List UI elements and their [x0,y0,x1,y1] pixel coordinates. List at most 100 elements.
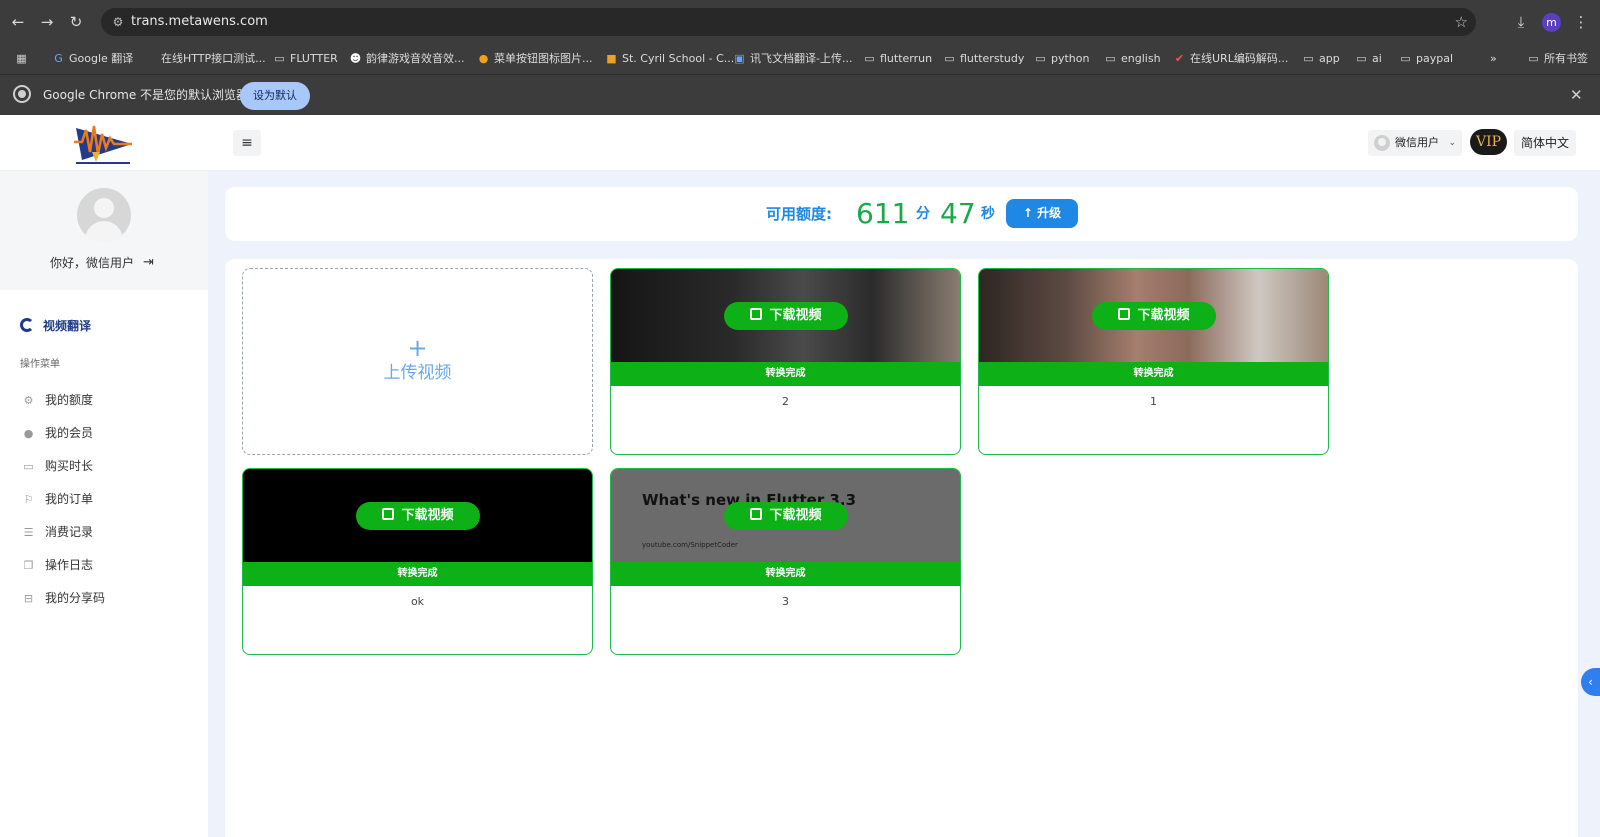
bookmarks-bar: ▦ G Google 翻译 在线HTTP接口测试... ▭ FLUTTER ☻ 韵律游… [0,44,1600,74]
main-content: 可用额度: 611 分 47 秒 ↑ 升级 + 上传视频 下载视频 转换完成 2… [208,171,1600,837]
bookmark-folder[interactable]: ▭ FLUTTER [273,44,338,74]
web-icon: ■ [606,52,617,65]
url-text[interactable]: trans.metawens.com [131,8,268,36]
reload-icon[interactable]: ↻ [65,11,87,33]
upgrade-button[interactable]: ↑ 升级 [1006,199,1078,228]
download-icon[interactable]: ⤓ [1510,11,1532,33]
logout-icon[interactable]: ⇥ [143,254,154,272]
vip-badge[interactable]: VIP [1470,129,1507,155]
folder-icon: ▭ [274,52,285,65]
status-badge: 转换完成 [611,362,960,386]
set-default-button[interactable]: 设为默认 [240,82,310,110]
back-arrow-icon[interactable]: ← [7,11,29,33]
status-badge: 转换完成 [611,562,960,586]
video-card: 下载视频 转换完成 ok [242,468,593,655]
upload-label: 上传视频 [383,363,452,383]
quota-seconds: 47 [940,197,976,230]
user-dropdown[interactable]: 微信用户 ⌄ [1368,130,1462,156]
browser-toolbar: ← → ↻ ⚙ trans.metawens.com ☆ ⤓ m ⋮ [0,0,1600,44]
download-icon [382,508,395,520]
folder-icon: ▭ [1528,52,1539,65]
bookmark-folder[interactable]: ▭ paypal [1399,44,1453,74]
sidebar-item-video-translate[interactable]: 视频翻译 [20,316,91,336]
bookmark-item[interactable]: ✔ 在线URL编码解码... [1173,44,1288,74]
sidebar-item-share-code[interactable]: ⊟ 我的分享码 [22,588,105,608]
bookmark-item[interactable]: ☻ 韵律游戏音效音效... [349,44,465,74]
download-icon [750,308,763,320]
bookmark-item[interactable]: G Google 翻译 [52,44,133,74]
sidebar-item-buy-time[interactable]: ▭ 购买时长 [22,456,93,476]
all-bookmarks-folder[interactable]: ▭ 所有书签 [1527,44,1588,74]
sidebar-item-logs[interactable]: ❐ 操作日志 [22,555,93,575]
folder-icon: ▭ [864,52,875,65]
infobar-message: Google Chrome 不是您的默认浏览器 [43,88,249,102]
bookmark-item[interactable]: 在线HTTP接口测试... [144,44,266,74]
download-video-button[interactable]: 下载视频 [356,502,480,530]
sidebar: 你好，微信用户 ⇥ 视频翻译 操作菜单 ⚙ 我的额度 ● 我的会员 ▭ 购买时长 ⚐ 我… [0,171,208,837]
app-header: ≡ 微信用户 ⌄ VIP 简体中文 [0,115,1600,171]
bookmark-item[interactable]: ● 菜单按钮图标图片... [477,44,593,74]
sidebar-item-spending[interactable]: ☰ 消费记录 [22,522,93,542]
video-card: 下载视频 转换完成 1 [978,268,1329,455]
sidebar-item-orders[interactable]: ⚐ 我的订单 [22,489,93,509]
more-menu-icon[interactable]: ⋮ [1570,11,1592,33]
folder-icon: ▭ [1303,52,1314,65]
minutes-unit: 分 [916,206,930,222]
download-video-button[interactable]: 下载视频 [724,302,848,330]
video-card: What's new in Flutter 3.3 youtube.com/Sn… [610,468,961,655]
profile-avatar[interactable]: m [1542,13,1561,32]
info-icon: ● [23,427,34,440]
folder-icon: ▭ [944,52,955,65]
bookmark-folder[interactable]: ▭ python [1034,44,1089,74]
forward-arrow-icon[interactable]: → [36,11,58,33]
bookmark-item[interactable]: ▣ 讯飞文档翻译-上传... [733,44,852,74]
bookmark-star-icon[interactable]: ☆ [1455,12,1468,32]
bookmark-folder[interactable]: ▭ app [1302,44,1339,74]
apps-grid-icon[interactable]: ▦ [15,44,32,74]
quota-minutes: 611 [856,197,910,230]
menu-toggle-button[interactable]: ≡ [233,130,261,156]
flag-icon: ⚐ [23,493,34,506]
profile-panel: 你好，微信用户 ⇥ [0,171,208,290]
web-icon: ✔ [1174,52,1185,65]
site-logo[interactable] [72,118,136,168]
download-icon [750,508,763,520]
video-icon: ▭ [23,460,34,473]
bookmark-item[interactable]: ■ St. Cyril School - C... [605,44,734,74]
download-icon [1118,308,1131,320]
default-browser-infobar: Google Chrome 不是您的默认浏览器 设为默认 ✕ [0,74,1600,115]
folder-icon: ▭ [1400,52,1411,65]
upload-video-card[interactable]: + 上传视频 [242,268,593,455]
arrow-up-icon: ↑ [1022,206,1038,220]
folder-icon: ▭ [1356,52,1367,65]
chrome-icon [13,85,31,103]
download-video-button[interactable]: 下载视频 [724,502,848,530]
overflow-chevron-icon[interactable]: » [1490,44,1497,74]
language-selector[interactable]: 简体中文 [1514,130,1576,156]
web-icon: ▣ [734,52,745,65]
status-badge: 转换完成 [243,562,592,586]
folder-icon: ▭ [1105,52,1116,65]
sliders-icon: ☰ [23,526,34,539]
web-icon: ☻ [349,52,362,65]
video-name: 3 [782,595,789,608]
site-info-icon[interactable]: ⚙ [109,13,127,31]
sidebar-item-quota[interactable]: ⚙ 我的额度 [22,390,93,410]
chevron-down-icon: ⌄ [1448,138,1456,148]
sidebar-item-membership[interactable]: ● 我的会员 [22,423,93,443]
bookmark-folder[interactable]: ▭ english [1104,44,1160,74]
quota-label: 可用额度: [766,205,832,223]
download-video-button[interactable]: 下载视频 [1092,302,1216,330]
video-name: 1 [1150,395,1157,408]
bookmark-folder[interactable]: ▭ ai [1355,44,1382,74]
web-icon: ● [478,52,489,65]
bookmark-folder[interactable]: ▭ flutterstudy [943,44,1024,74]
quota-card: 可用额度: 611 分 47 秒 ↑ 升级 [225,187,1578,241]
address-bar[interactable]: ⚙ trans.metawens.com ☆ [101,8,1476,36]
video-name: ok [410,595,425,608]
folder-icon: ▭ [1035,52,1046,65]
gear-icon: ⚙ [23,394,34,407]
close-icon[interactable]: ✕ [1570,85,1583,105]
share-icon: ⊟ [23,592,34,605]
bookmark-folder[interactable]: ▭ flutterrun [863,44,932,74]
